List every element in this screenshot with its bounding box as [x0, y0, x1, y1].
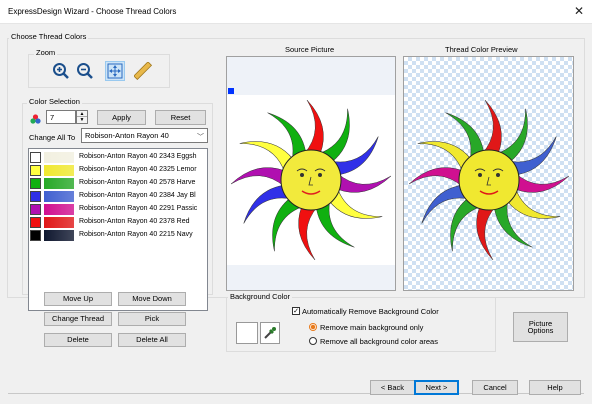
original-color-swatch	[30, 230, 41, 241]
source-top-band	[227, 57, 395, 87]
reset-button[interactable]: Reset	[155, 110, 206, 125]
title-bar: ExpressDesign Wizard - Choose Thread Col…	[0, 0, 592, 24]
help-button[interactable]: Help	[529, 380, 581, 395]
pick-button[interactable]: Pick	[118, 312, 186, 326]
thread-list-item[interactable]: Robison-Anton Rayon 40 2215 Navy	[29, 229, 207, 242]
zoom-label: Zoom	[34, 48, 58, 57]
sun-ray	[514, 172, 570, 193]
thread-color-swatch	[44, 230, 74, 241]
cancel-button[interactable]: Cancel	[472, 380, 518, 395]
spin-down-icon[interactable]: ▼	[77, 117, 87, 123]
radio-remove-main-label: Remove main background only	[320, 323, 424, 332]
thread-name: Robison-Anton Rayon 40 2215 Navy	[79, 231, 193, 238]
thread-preview-label: Thread Color Preview	[445, 45, 518, 54]
change-all-label: Change All To	[29, 133, 76, 142]
sun-image	[227, 95, 395, 265]
sun-ray	[481, 99, 502, 155]
thread-color-swatch	[44, 165, 74, 176]
thread-name: Robison-Anton Rayon 40 2384 Jay Bl	[79, 192, 196, 199]
window-title: ExpressDesign Wizard - Choose Thread Col…	[8, 7, 177, 16]
ruler-button[interactable]	[133, 61, 153, 81]
thread-name: Robison-Anton Rayon 40 2343 Eggsh	[79, 153, 197, 160]
original-color-swatch	[30, 152, 41, 163]
color-count-value: 7	[50, 112, 55, 122]
zoom-out-icon	[77, 63, 93, 79]
thread-name: Robison-Anton Rayon 40 2378 Red	[79, 218, 190, 225]
fit-button[interactable]	[105, 61, 125, 81]
thread-list-item[interactable]: Robison-Anton Rayon 40 2578 Harve	[29, 177, 207, 190]
eyedropper-button[interactable]	[260, 322, 280, 344]
original-color-swatch	[30, 191, 41, 202]
thread-color-swatch	[44, 152, 74, 163]
delete-button[interactable]: Delete	[44, 333, 112, 347]
source-picture-label: Source Picture	[285, 45, 335, 54]
source-marker	[228, 88, 234, 94]
source-picture-view[interactable]	[226, 56, 396, 291]
zoom-in-button[interactable]	[51, 61, 71, 81]
change-all-select[interactable]: Robison-Anton Rayon 40 ﹀	[81, 128, 208, 143]
thread-color-swatch	[44, 178, 74, 189]
section-title: Choose Thread Colors	[9, 32, 89, 41]
original-color-swatch	[30, 217, 41, 228]
dialog-body: Choose Thread Colors Zoom Color Selectio…	[0, 24, 592, 404]
radio-remove-main[interactable]	[309, 323, 317, 331]
radio-remove-all-label: Remove all background color areas	[320, 337, 438, 346]
thread-name: Robison-Anton Rayon 40 2325 Lemor	[79, 166, 197, 173]
background-color-swatch[interactable]	[236, 322, 258, 344]
original-color-swatch	[30, 204, 41, 215]
thread-list[interactable]: Robison-Anton Rayon 40 2343 Eggsh Robison…	[28, 148, 208, 311]
change-all-value: Robison-Anton Rayon 40	[85, 131, 169, 140]
thread-list-item[interactable]: Robison-Anton Rayon 40 2343 Eggsh	[29, 151, 207, 164]
zoom-out-button[interactable]	[75, 61, 95, 81]
auto-remove-checkbox[interactable]: ✓	[292, 307, 300, 315]
thread-name: Robison-Anton Rayon 40 2578 Harve	[79, 179, 196, 186]
thread-name: Robison-Anton Rayon 40 2291 Passic	[79, 205, 198, 212]
thread-list-item[interactable]: Robison-Anton Rayon 40 2325 Lemor	[29, 164, 207, 177]
sun-ray	[476, 205, 497, 261]
sun-preview-image	[408, 99, 570, 261]
color-count-spinner[interactable]: ▲ ▼	[76, 110, 88, 124]
next-button[interactable]: Next >	[414, 380, 459, 395]
eyedropper-icon	[264, 327, 276, 339]
move-up-button[interactable]: Move Up	[44, 292, 112, 306]
back-button[interactable]: < Back	[370, 380, 415, 395]
thread-preview-view[interactable]	[403, 56, 574, 291]
ruler-icon	[134, 62, 152, 80]
background-color-label: Background Color	[228, 292, 293, 301]
delete-all-button[interactable]: Delete All	[118, 333, 186, 347]
zoom-in-icon	[53, 63, 69, 79]
chevron-down-icon: ﹀	[197, 134, 204, 141]
sun-ray	[408, 167, 464, 188]
thread-list-item[interactable]: Robison-Anton Rayon 40 2291 Passic	[29, 203, 207, 216]
radio-remove-all[interactable]	[309, 337, 317, 345]
thread-list-item[interactable]: Robison-Anton Rayon 40 2384 Jay Bl	[29, 190, 207, 203]
thread-list-item[interactable]: Robison-Anton Rayon 40 2378 Red	[29, 216, 207, 229]
close-icon[interactable]: ✕	[574, 4, 584, 18]
color-count-input[interactable]: 7	[46, 110, 76, 124]
picture-options-button[interactable]: Picture Options	[513, 312, 568, 342]
auto-remove-label: Automatically Remove Background Color	[302, 307, 439, 316]
original-color-swatch	[30, 165, 41, 176]
color-selection-label: Color Selection	[27, 97, 82, 106]
move-down-button[interactable]: Move Down	[118, 292, 186, 306]
original-color-swatch	[30, 178, 41, 189]
move-fit-icon	[107, 63, 123, 79]
thread-color-swatch	[44, 191, 74, 202]
thread-color-swatch	[44, 217, 74, 228]
color-count-icon	[30, 114, 41, 124]
change-thread-button[interactable]: Change Thread	[44, 312, 112, 326]
apply-button[interactable]: Apply	[97, 110, 146, 125]
thread-color-swatch	[44, 204, 74, 215]
